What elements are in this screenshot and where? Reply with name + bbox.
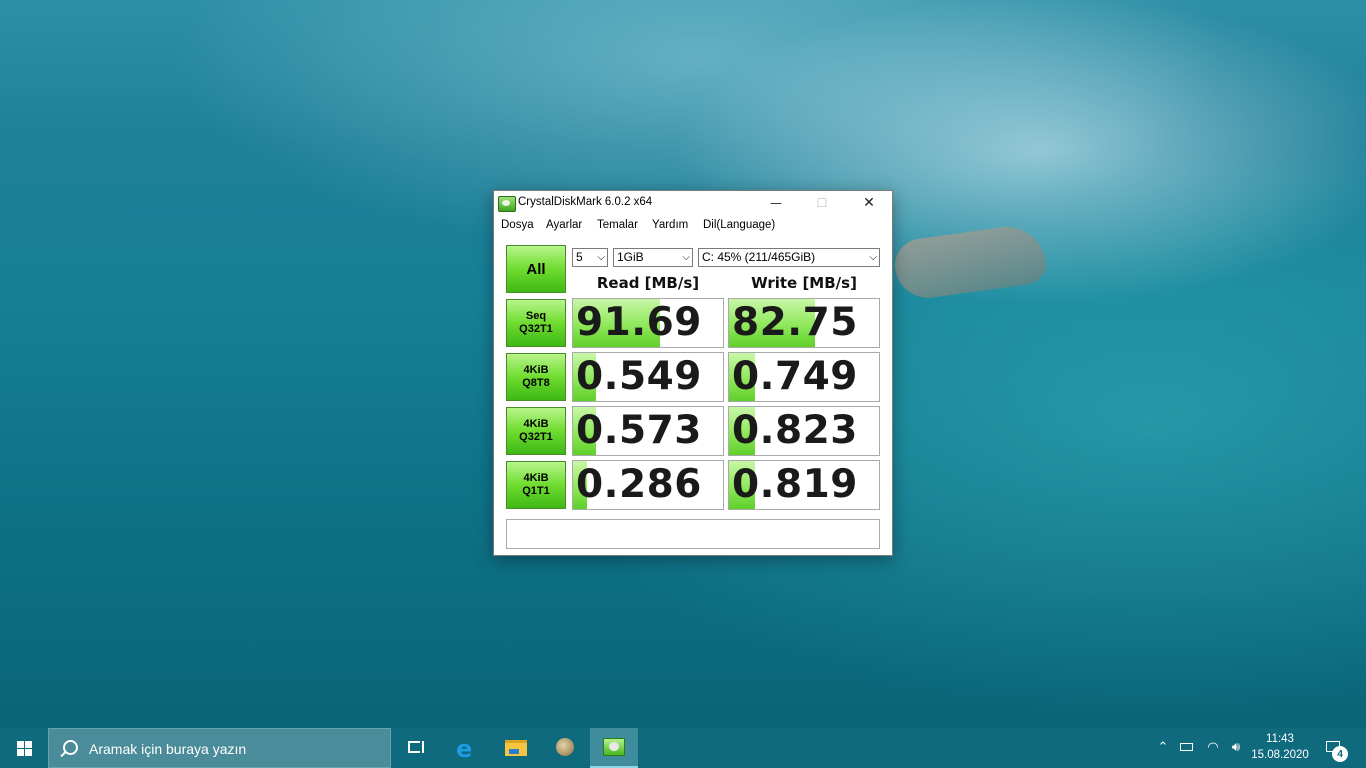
volume-icon[interactable]: 🔊︎ — [1224, 728, 1248, 768]
battery-icon[interactable] — [1176, 728, 1198, 768]
result-write-4kib-q8t8: 0.749 — [728, 352, 880, 402]
chevron-down-icon: ⌵ — [869, 252, 877, 263]
result-value: 0.823 — [732, 408, 858, 453]
test-label-line1: Seq — [525, 310, 547, 322]
drive-select[interactable]: C: 45% (211/465GiB) ⌵ — [698, 248, 880, 267]
result-value: 82.75 — [732, 300, 858, 345]
clock-date: 15.08.2020 — [1251, 749, 1309, 761]
test-label-line1: 4KiB — [523, 418, 549, 430]
crystaldiskmark-app-icon — [498, 196, 516, 212]
test-count-value: 5 — [576, 250, 583, 264]
chevron-down-icon: ⌵ — [682, 252, 690, 263]
result-value: 0.549 — [576, 354, 702, 399]
search-placeholder: Aramak için buraya yazın — [89, 741, 247, 757]
result-value: 0.749 — [732, 354, 858, 399]
taskbar-search-box[interactable]: Aramak için buraya yazın — [48, 728, 391, 768]
write-column-header: Write [MB/s] — [751, 274, 857, 292]
result-write-seq-q32t1: 82.75 — [728, 298, 880, 348]
test-label-line1: 4KiB — [523, 472, 549, 484]
test-label-line2: Q8T8 — [522, 377, 550, 389]
clock-time: 11:43 — [1266, 733, 1294, 745]
start-button[interactable] — [0, 728, 48, 768]
chevron-down-icon: ⌵ — [597, 252, 605, 263]
menu-ayarlar[interactable]: Ayarlar — [546, 219, 582, 231]
read-column-header: Read [MB/s] — [596, 274, 700, 292]
run-all-button[interactable]: All — [506, 245, 566, 293]
windows-logo-icon — [17, 741, 32, 756]
result-write-4kib-q32t1: 0.823 — [728, 406, 880, 456]
window-title: CrystalDiskMark 6.0.2 x64 — [518, 196, 653, 208]
edge-glyph: e — [456, 735, 473, 763]
result-value: 0.286 — [576, 462, 702, 507]
test-label-line1: 4KiB — [523, 364, 549, 376]
taskbar: Aramak için buraya yazın e ⌃ ◠ 🔊︎ 11:43 … — [0, 728, 1366, 768]
test-label-line2: Q32T1 — [519, 431, 553, 443]
crystaldiskmark-taskbar-icon[interactable] — [590, 728, 638, 768]
menu-language[interactable]: Dil(Language) — [703, 219, 775, 231]
result-read-4kib-q1t1: 0.286 — [572, 460, 724, 510]
result-value: 0.819 — [732, 462, 858, 507]
file-explorer-icon[interactable] — [491, 728, 539, 768]
comment-field[interactable] — [506, 519, 880, 549]
test-label-line2: Q1T1 — [522, 485, 550, 497]
result-read-4kib-q32t1: 0.573 — [572, 406, 724, 456]
maximize-button[interactable]: ☐ — [799, 191, 845, 216]
edge-browser-icon[interactable]: e — [443, 728, 491, 768]
test-size-value: 1GiB — [617, 250, 644, 264]
wifi-icon[interactable]: ◠ — [1202, 728, 1224, 768]
test-button-4kib-q1t1[interactable]: 4KiB Q1T1 — [506, 461, 566, 509]
result-value: 0.573 — [576, 408, 702, 453]
result-read-seq-q32t1: 91.69 — [572, 298, 724, 348]
menu-bar: Dosya Ayarlar Temalar Yardım Dil(Languag… — [494, 216, 892, 236]
menu-yardim[interactable]: Yardım — [652, 219, 688, 231]
minimize-button[interactable]: — — [753, 191, 799, 216]
search-icon — [63, 740, 78, 755]
test-button-4kib-q8t8[interactable]: 4KiB Q8T8 — [506, 353, 566, 401]
result-read-4kib-q8t8: 0.549 — [572, 352, 724, 402]
test-label-line2: Q32T1 — [519, 323, 553, 335]
menu-temalar[interactable]: Temalar — [597, 219, 638, 231]
clock[interactable]: 11:43 15.08.2020 — [1250, 731, 1310, 763]
test-size-select[interactable]: 1GiB ⌵ — [613, 248, 693, 267]
show-hidden-icons-chevron-icon[interactable]: ⌃ — [1153, 728, 1173, 768]
task-view-icon[interactable] — [392, 728, 440, 768]
result-value: 91.69 — [576, 300, 702, 345]
result-write-4kib-q1t1: 0.819 — [728, 460, 880, 510]
test-count-select[interactable]: 5 ⌵ — [572, 248, 608, 267]
menu-dosya[interactable]: Dosya — [501, 219, 534, 231]
crystaldiskmark-window: CrystalDiskMark 6.0.2 x64 — ☐ ✕ Dosya Ay… — [493, 190, 893, 556]
test-button-seq-q32t1[interactable]: Seq Q32T1 — [506, 299, 566, 347]
close-button[interactable]: ✕ — [846, 191, 892, 216]
test-button-4kib-q32t1[interactable]: 4KiB Q32T1 — [506, 407, 566, 455]
pinned-app-icon[interactable] — [540, 728, 588, 768]
title-bar[interactable]: CrystalDiskMark 6.0.2 x64 — ☐ ✕ — [494, 191, 892, 216]
drive-value: C: 45% (211/465GiB) — [702, 250, 816, 264]
notification-count-badge: 4 — [1332, 746, 1348, 762]
wallpaper-ribbon — [891, 221, 1049, 303]
